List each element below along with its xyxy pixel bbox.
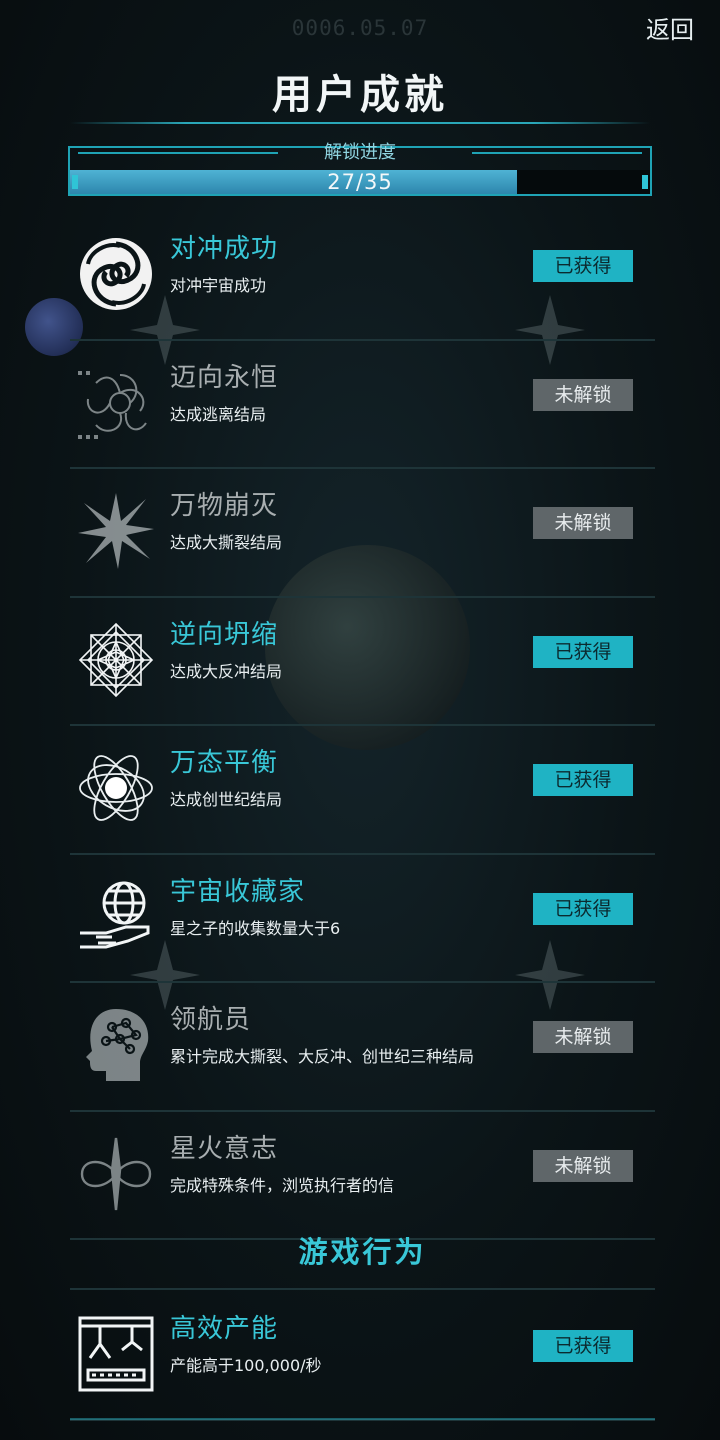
obtained-badge[interactable]: 已获得 xyxy=(533,250,633,282)
achievement-description: 完成特殊条件，浏览执行者的信 xyxy=(170,1175,395,1195)
progress-label: 解锁进度 xyxy=(324,142,396,163)
achievement-row: 领航员累计完成大撕裂、大反冲、创世纪三种结局 未解锁 xyxy=(70,983,655,1112)
achievement-description: 达成创世纪结局 xyxy=(170,790,283,809)
achievement-name: 万态平衡 xyxy=(170,748,279,778)
locked-badge[interactable]: 未解锁 xyxy=(533,1149,633,1182)
progress-count: 27/35 xyxy=(327,170,393,194)
achievement-description: 达成大撕裂结局 xyxy=(170,533,283,552)
crystal-flower-icon xyxy=(76,620,156,700)
section-title: 游戏行为 xyxy=(298,1235,427,1269)
locked-badge[interactable]: 未解锁 xyxy=(533,378,633,411)
section-divider xyxy=(70,1288,655,1290)
obtained-badge[interactable]: 已获得 xyxy=(533,1330,633,1362)
title-divider xyxy=(70,122,650,124)
factory-arm-icon xyxy=(76,1314,156,1394)
achievement-name: 万物崩灭 xyxy=(170,491,279,521)
achievement-name: 宇宙收藏家 xyxy=(170,876,306,907)
date-display: 0006.05.07 xyxy=(291,16,429,40)
achievement-list: 对冲成功 对冲宇宙成功 已获得 迈向永恒 达成逃离结局 未解锁 万物崩灭 达成大撕裂结局 未解锁… xyxy=(70,212,655,1240)
achievement-description: 星之子的收集数量大于6 xyxy=(170,918,341,938)
back-button[interactable]: 返回 xyxy=(646,10,694,45)
achievement-description: 累计完成大撕裂、大反冲、创世纪三种结局 xyxy=(170,1047,475,1066)
burst-star-icon xyxy=(76,491,156,571)
achievement-row: 万物崩灭达成大撕裂结局 未解锁 xyxy=(70,469,655,598)
achievement-name: 星火意志 xyxy=(170,1133,279,1164)
behavior-list: 高效产能产能高于100,000/秒 已获得 xyxy=(70,1292,655,1421)
atom-orbit-icon xyxy=(76,748,156,828)
achievement-name: 对冲成功 xyxy=(170,234,279,264)
top-bar: 0006.05.07 返回 xyxy=(0,0,720,50)
hand-globe-icon xyxy=(76,877,156,957)
bottom-divider xyxy=(70,1418,655,1420)
obtained-badge[interactable]: 已获得 xyxy=(533,892,633,925)
achievement-name: 领航员 xyxy=(170,1005,252,1035)
section-header: 游戏行为 xyxy=(70,1214,655,1290)
achievement-row: 迈向永恒达成逃离结局 未解锁 xyxy=(70,341,655,469)
achievement-row: 宇宙收藏家星之子的收集数量大于6 已获得 xyxy=(70,855,655,983)
achievement-row: 逆向坍缩达成大反冲结局 已获得 xyxy=(70,598,655,726)
achievement-name: 迈向永恒 xyxy=(170,362,279,393)
locked-badge[interactable]: 未解锁 xyxy=(533,507,633,539)
achievement-description: 达成大反冲结局 xyxy=(170,661,283,681)
progress-bar: 27/35 xyxy=(70,170,650,194)
obtained-badge[interactable]: 已获得 xyxy=(533,764,633,796)
infinity-knot-icon xyxy=(76,1134,156,1214)
behavior-description: 产能高于100,000/秒 xyxy=(170,1356,322,1375)
achievement-row: 对冲成功对冲宇宙成功 已获得 xyxy=(70,212,655,341)
behavior-row: 高效产能产能高于100,000/秒 已获得 xyxy=(70,1292,655,1421)
behavior-name: 高效产能 xyxy=(170,1314,279,1344)
achievement-description: 达成逃离结局 xyxy=(170,404,267,424)
page-title: 用户成就 xyxy=(272,72,448,118)
achievement-description: 对冲宇宙成功 xyxy=(170,276,267,295)
unlock-progress-panel: 解锁进度 27/35 xyxy=(68,142,652,196)
spiral-vortex-icon xyxy=(76,234,156,314)
progress-cap-left xyxy=(72,175,78,189)
achievement-row: 万态平衡达成创世纪结局 已获得 xyxy=(70,726,655,855)
progress-cap-right xyxy=(642,175,648,189)
brain-head-icon xyxy=(76,1005,156,1085)
locked-badge[interactable]: 未解锁 xyxy=(533,1021,633,1053)
obtained-badge[interactable]: 已获得 xyxy=(533,635,633,668)
achievement-name: 逆向坍缩 xyxy=(170,619,279,650)
swirl-galaxy-icon xyxy=(76,363,156,443)
